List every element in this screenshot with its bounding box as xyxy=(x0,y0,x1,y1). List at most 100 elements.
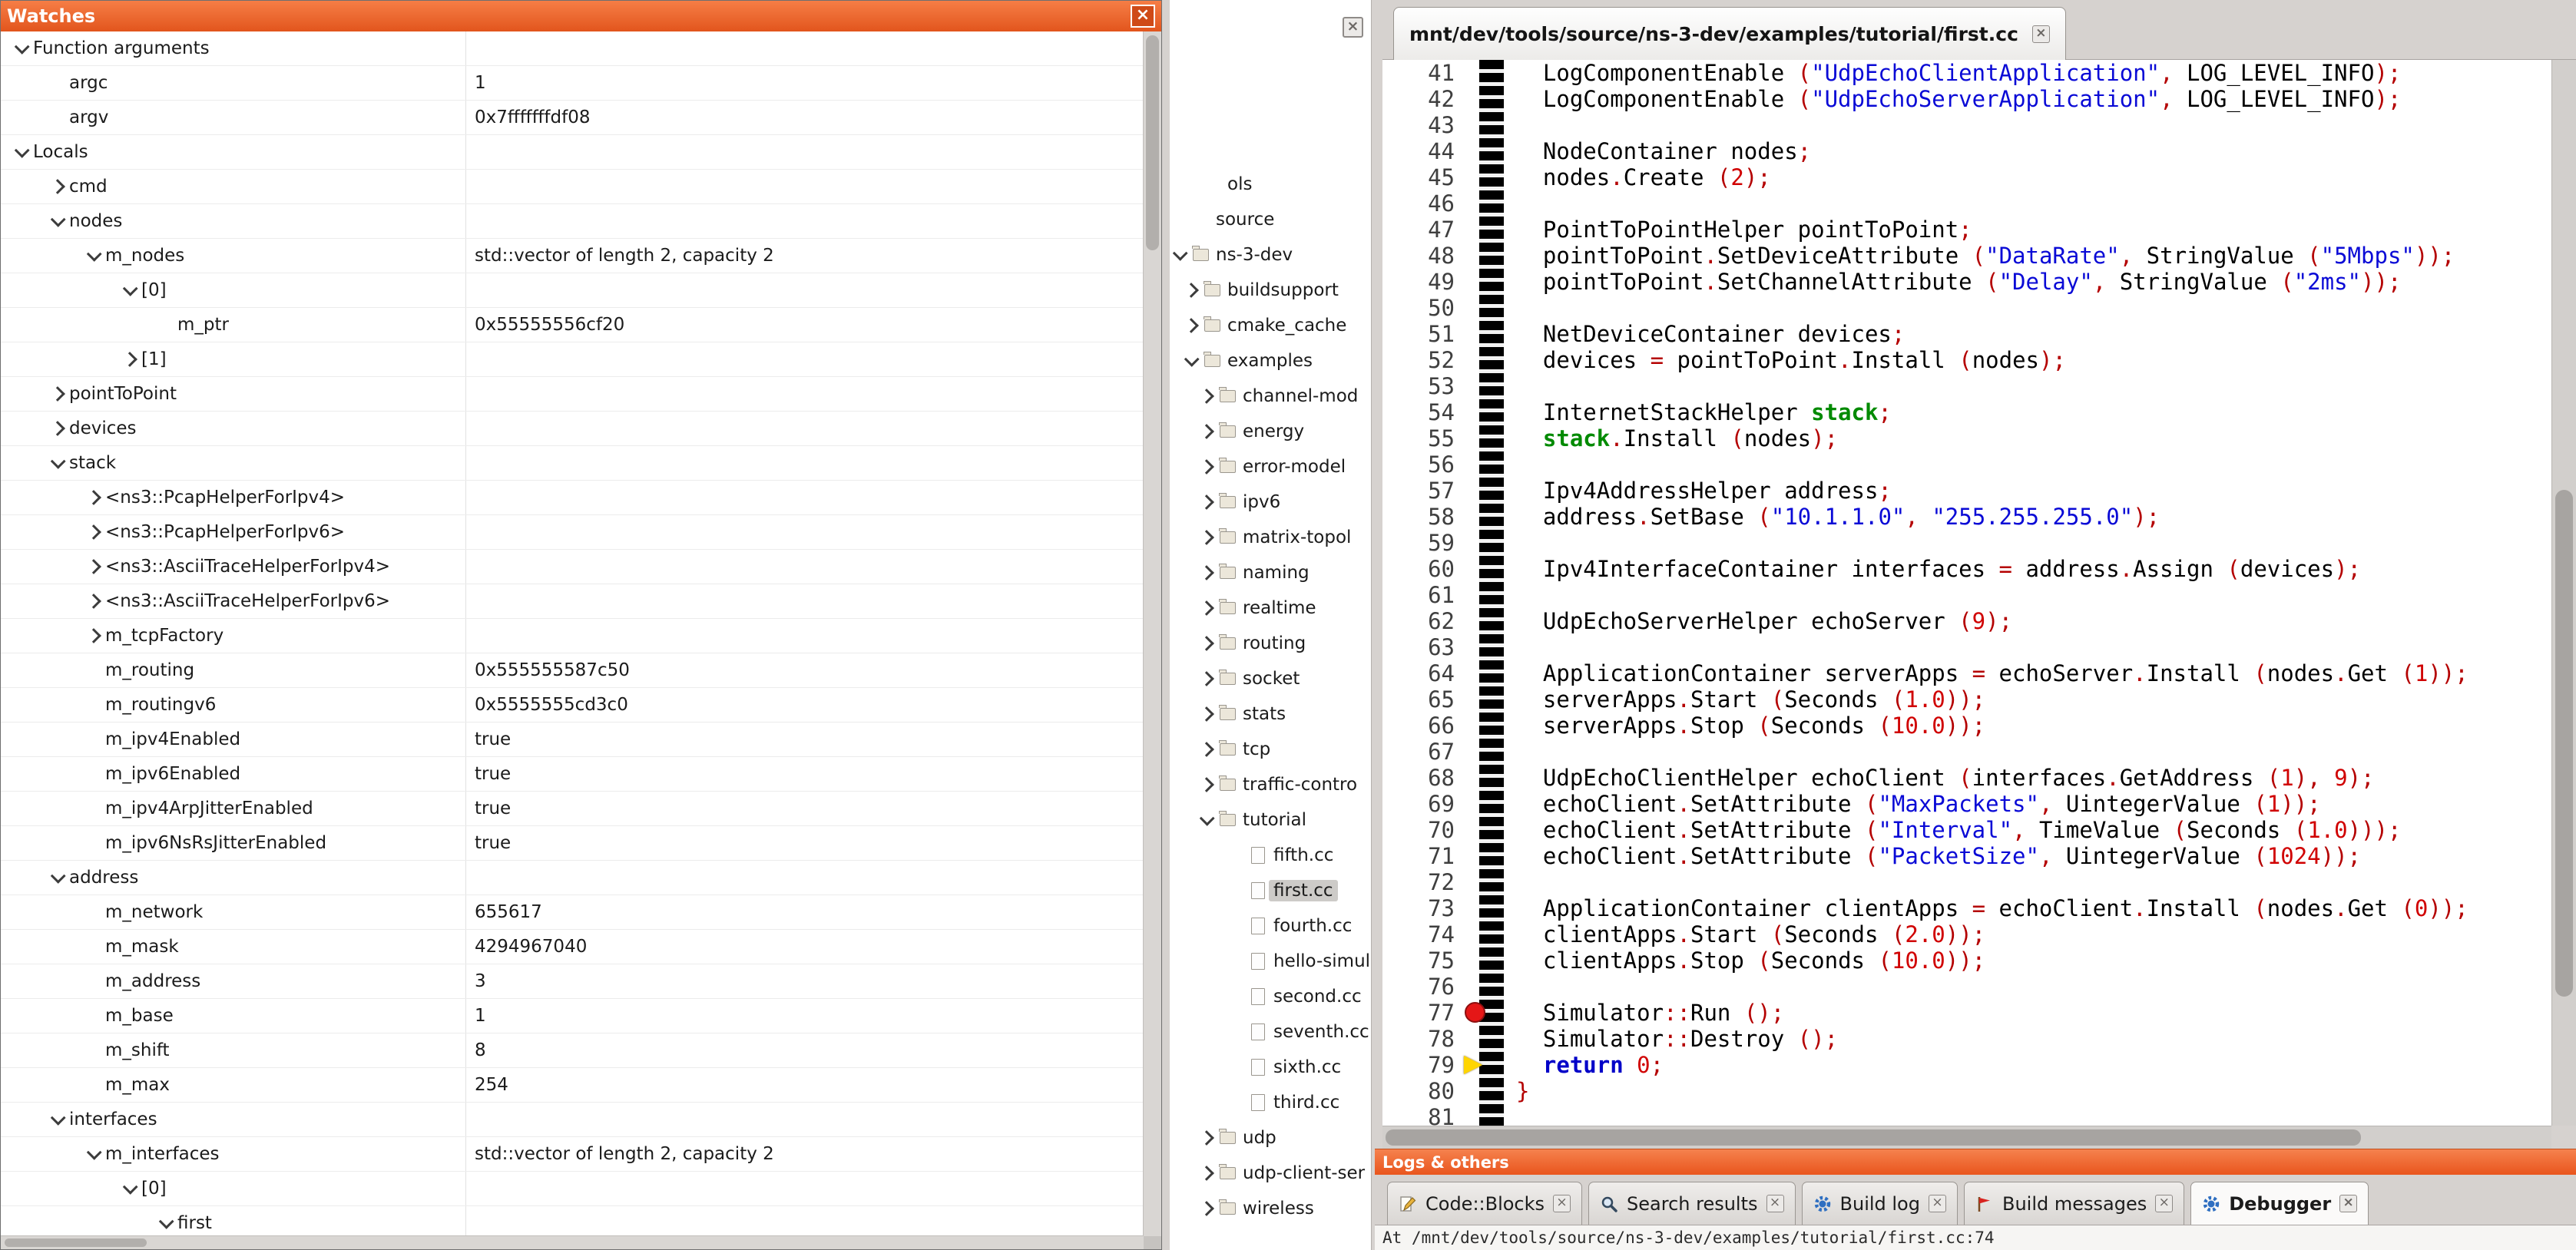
tree-item-hello-simul[interactable]: hello-simul xyxy=(1170,945,1371,977)
code-line[interactable]: 70 echoClient.SetAttribute ("Interval", … xyxy=(1382,817,2551,843)
chevron-right-icon[interactable] xyxy=(1199,777,1214,792)
line-number[interactable]: 78 xyxy=(1382,1026,1462,1052)
chevron-right-icon[interactable] xyxy=(1184,318,1199,333)
code-line[interactable]: 41 LogComponentEnable ("UdpEchoClientApp… xyxy=(1382,60,2551,86)
watch-row[interactable]: m_max254 xyxy=(1,1068,1144,1103)
close-icon[interactable]: × xyxy=(1553,1195,1571,1212)
breakpoint-margin[interactable] xyxy=(1462,217,1479,243)
tree-item-ns-3-dev[interactable]: ns-3-dev xyxy=(1170,239,1371,271)
chevron-right-icon[interactable] xyxy=(86,628,101,643)
tree-item-ipv6[interactable]: ipv6 xyxy=(1170,486,1371,518)
close-icon[interactable]: × xyxy=(1929,1195,1946,1212)
close-icon[interactable]: × xyxy=(1131,5,1155,28)
breakpoint-margin[interactable] xyxy=(1462,112,1479,138)
line-number[interactable]: 61 xyxy=(1382,582,1462,608)
code-line[interactable]: 47 PointToPointHelper pointToPoint; xyxy=(1382,217,2551,243)
code-line[interactable]: 57 Ipv4AddressHelper address; xyxy=(1382,478,2551,504)
code-line[interactable]: 52 devices = pointToPoint.Install (nodes… xyxy=(1382,347,2551,373)
breakpoint-margin[interactable] xyxy=(1462,478,1479,504)
chevron-down-icon[interactable] xyxy=(15,143,30,158)
breakpoint-margin[interactable] xyxy=(1462,947,1479,974)
code-line[interactable]: 59 xyxy=(1382,530,2551,556)
scrollbar-thumb[interactable] xyxy=(2555,490,2573,997)
breakpoint-margin[interactable] xyxy=(1462,713,1479,739)
line-number[interactable]: 59 xyxy=(1382,530,1462,556)
code-line[interactable]: 60 Ipv4InterfaceContainer interfaces = a… xyxy=(1382,556,2551,582)
chevron-down-icon[interactable] xyxy=(1184,352,1200,367)
tree-item-stats[interactable]: stats xyxy=(1170,698,1371,730)
breakpoint-margin[interactable] xyxy=(1462,530,1479,556)
line-number[interactable]: 44 xyxy=(1382,138,1462,164)
watch-row[interactable]: cmd xyxy=(1,170,1144,204)
breakpoint-margin[interactable] xyxy=(1462,1026,1479,1052)
tree-item-energy[interactable]: energy xyxy=(1170,415,1371,448)
tree-item-realtime[interactable]: realtime xyxy=(1170,592,1371,624)
watch-row[interactable]: m_shift8 xyxy=(1,1033,1144,1068)
code-line[interactable]: 71 echoClient.SetAttribute ("PacketSize"… xyxy=(1382,843,2551,869)
tree-item-buildsupport[interactable]: buildsupport xyxy=(1170,274,1371,306)
watches-vertical-scrollbar[interactable] xyxy=(1143,31,1161,1236)
tab-build-log[interactable]: Build log× xyxy=(1802,1182,1958,1225)
scrollbar-thumb[interactable] xyxy=(5,1238,147,1247)
code-line[interactable]: 58 address.SetBase ("10.1.1.0", "255.255… xyxy=(1382,504,2551,530)
watch-row[interactable]: address xyxy=(1,861,1144,895)
watch-row[interactable]: <ns3::AsciiTraceHelperForIpv4> xyxy=(1,550,1144,584)
tree-item-third-cc[interactable]: third.cc xyxy=(1170,1086,1371,1119)
breakpoint-margin[interactable] xyxy=(1462,843,1479,869)
breakpoint-margin[interactable] xyxy=(1462,791,1479,817)
breakpoint-margin[interactable] xyxy=(1462,504,1479,530)
tree-item-wireless[interactable]: wireless xyxy=(1170,1192,1371,1225)
breakpoint-margin[interactable] xyxy=(1462,686,1479,713)
watch-row[interactable]: [0] xyxy=(1,1172,1144,1206)
breakpoint-margin[interactable] xyxy=(1462,451,1479,478)
code-line[interactable]: 76 xyxy=(1382,974,2551,1000)
chevron-down-icon[interactable] xyxy=(159,1214,174,1229)
breakpoint-margin[interactable] xyxy=(1462,1052,1479,1078)
code-line[interactable]: 73 ApplicationContainer clientApps = ech… xyxy=(1382,895,2551,921)
line-number[interactable]: 57 xyxy=(1382,478,1462,504)
chevron-down-icon[interactable] xyxy=(87,246,102,262)
tree-item-udp[interactable]: udp xyxy=(1170,1122,1371,1154)
tree-item-source[interactable]: source xyxy=(1170,203,1371,236)
chevron-right-icon[interactable] xyxy=(86,559,101,574)
watch-row[interactable]: interfaces xyxy=(1,1103,1144,1137)
breakpoint-margin[interactable] xyxy=(1462,399,1479,425)
chevron-down-icon[interactable] xyxy=(51,212,66,227)
watch-row[interactable]: argv0x7fffffffdf08 xyxy=(1,101,1144,135)
breakpoint-margin[interactable] xyxy=(1462,739,1479,765)
chevron-right-icon[interactable] xyxy=(1184,283,1199,298)
breakpoint-margin[interactable] xyxy=(1462,660,1479,686)
code-line[interactable]: 75 clientApps.Stop (Seconds (10.0)); xyxy=(1382,947,2551,974)
breakpoint-margin[interactable] xyxy=(1462,269,1479,295)
tree-item-tutorial[interactable]: tutorial xyxy=(1170,804,1371,836)
code-line[interactable]: 46 xyxy=(1382,190,2551,217)
breakpoint-margin[interactable] xyxy=(1462,138,1479,164)
tree-item-second-cc[interactable]: second.cc xyxy=(1170,980,1371,1013)
line-number[interactable]: 52 xyxy=(1382,347,1462,373)
code-line[interactable]: 44 NodeContainer nodes; xyxy=(1382,138,2551,164)
tree-item-naming[interactable]: naming xyxy=(1170,557,1371,589)
breakpoint-margin[interactable] xyxy=(1462,295,1479,321)
editor-vertical-scrollbar[interactable] xyxy=(2551,60,2576,1126)
code-line[interactable]: 68 UdpEchoClientHelper echoClient (inter… xyxy=(1382,765,2551,791)
chevron-down-icon[interactable] xyxy=(51,454,66,469)
breakpoint-margin[interactable] xyxy=(1462,425,1479,451)
code-line[interactable]: 51 NetDeviceContainer devices; xyxy=(1382,321,2551,347)
watch-row[interactable]: <ns3::AsciiTraceHelperForIpv6> xyxy=(1,584,1144,619)
chevron-down-icon[interactable] xyxy=(1173,246,1188,261)
line-number[interactable]: 75 xyxy=(1382,947,1462,974)
code-line[interactable]: 54 InternetStackHelper stack; xyxy=(1382,399,2551,425)
line-number[interactable]: 81 xyxy=(1382,1104,1462,1126)
line-number[interactable]: 70 xyxy=(1382,817,1462,843)
close-icon[interactable]: × xyxy=(1766,1195,1784,1212)
tab-build-messages[interactable]: Build messages× xyxy=(1964,1182,2184,1225)
line-number[interactable]: 43 xyxy=(1382,112,1462,138)
tree-item-fifth-cc[interactable]: fifth.cc xyxy=(1170,839,1371,871)
watch-row[interactable]: stack xyxy=(1,446,1144,481)
chevron-right-icon[interactable] xyxy=(1199,565,1214,580)
code-line[interactable]: 74 clientApps.Start (Seconds (2.0)); xyxy=(1382,921,2551,947)
breakpoint-margin[interactable] xyxy=(1462,321,1479,347)
chevron-down-icon[interactable] xyxy=(15,39,30,55)
breakpoint-margin[interactable] xyxy=(1462,634,1479,660)
line-number[interactable]: 42 xyxy=(1382,86,1462,112)
